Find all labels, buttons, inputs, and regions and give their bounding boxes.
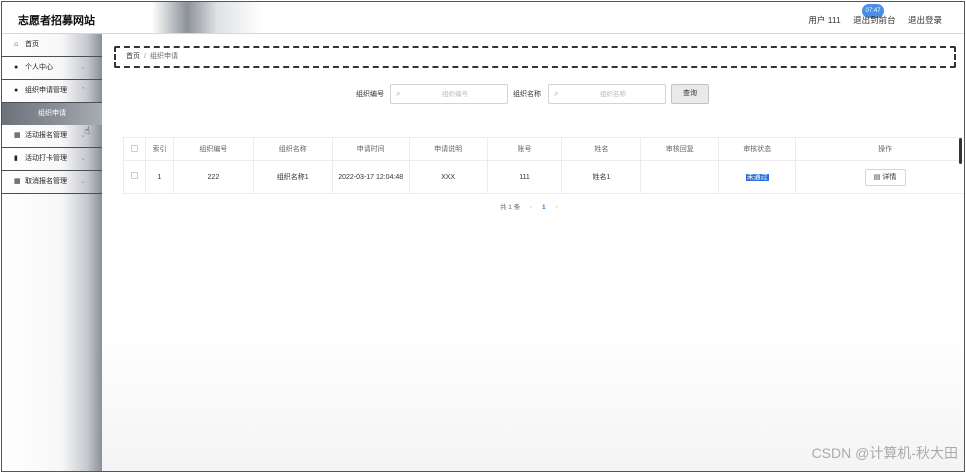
- column-header: 审核状态: [718, 137, 797, 161]
- breadcrumb-current: 组织申请: [149, 53, 178, 60]
- select-all-checkbox[interactable]: [130, 144, 138, 152]
- detail-button-label: 详情: [882, 173, 897, 181]
- logout-link[interactable]: 退出登录: [908, 15, 942, 25]
- search-button[interactable]: 查询: [671, 84, 709, 104]
- search-bar: 组织编号 ⌕ 组织名称 ⌕ 查询: [102, 84, 964, 104]
- org-no-input-wrap: ⌕: [390, 84, 508, 104]
- table-header-row: 索引 组织编号 组织名称 申请时间 申请说明 账号 姓名 审核回复 审核状态 操…: [123, 137, 964, 161]
- pager-page-1[interactable]: 1: [542, 204, 546, 211]
- cell-name: 姓名1: [561, 160, 642, 194]
- breadcrumb-home[interactable]: 首页: [126, 53, 140, 60]
- column-header: 申请说明: [408, 137, 488, 161]
- chevron-down-icon: ⌄: [80, 64, 86, 71]
- sidebar: ⌂ 首页 ● 个人中心 ⌄ ● 组织申请管理 ⌃ 组织申请 ▦ 活动报名管理 ⌄ ▮ 活动…: [2, 34, 102, 471]
- grid-icon: ▦: [14, 132, 21, 139]
- sidebar-item-label: 首页: [25, 41, 39, 48]
- column-header: 申请时间: [331, 137, 410, 161]
- chevron-down-icon: ⌄: [80, 155, 86, 162]
- search-icon: ⌕: [554, 89, 559, 98]
- pager-prev-icon[interactable]: ‹: [530, 204, 532, 211]
- cell-reply: [640, 160, 720, 194]
- pager-total: 共 1 条: [500, 204, 521, 211]
- sidebar-item-activity-checkin[interactable]: ▮ 活动打卡管理 ⌄: [2, 148, 102, 171]
- document-icon: ▤: [873, 173, 881, 181]
- chevron-down-icon: ⌄: [80, 178, 86, 185]
- cell-account: 111: [486, 160, 563, 194]
- cell-org-name: 组织名称1: [252, 160, 333, 194]
- org-name-input[interactable]: [563, 87, 663, 101]
- cell-action: ▤ 详情: [795, 160, 964, 194]
- status-badge: 未通过: [745, 173, 769, 181]
- column-header: 组织编号: [172, 137, 254, 161]
- bar-chart-icon: ▮: [14, 155, 18, 162]
- top-header: 志愿者招募网站 07:47 用户 111 退出到前台 退出登录: [2, 2, 964, 34]
- header-checkbox-cell: [123, 137, 146, 161]
- detail-button[interactable]: ▤ 详情: [864, 168, 906, 186]
- grid-icon: ▦: [14, 178, 21, 185]
- cell-org-no: 222: [172, 160, 254, 194]
- column-header: 操作: [795, 137, 964, 161]
- sidebar-item-label: 活动打卡管理: [25, 155, 67, 162]
- scrollbar-thumb[interactable]: [959, 138, 962, 164]
- user-label: 用户 111: [808, 15, 841, 25]
- cell-desc: XXX: [408, 160, 488, 194]
- column-header: 审核回复: [640, 137, 720, 161]
- breadcrumb: 首页 / 组织申请: [114, 46, 956, 68]
- home-icon: ⌂: [14, 41, 19, 48]
- org-no-input[interactable]: [405, 87, 505, 101]
- chevron-up-icon: ⌃: [80, 87, 86, 94]
- breadcrumb-separator: /: [144, 53, 146, 60]
- user-icon: ●: [14, 64, 19, 71]
- cell-index: 1: [144, 160, 174, 194]
- column-header: 姓名: [561, 137, 642, 161]
- site-title: 志愿者招募网站: [18, 15, 95, 27]
- org-no-label: 组织编号: [356, 91, 384, 98]
- hand-cursor-icon: ☝: [84, 126, 91, 137]
- header-links: 用户 111 退出到前台 退出登录: [798, 14, 942, 26]
- submenu-item-org-apply[interactable]: 组织申请: [2, 103, 102, 125]
- data-table: 索引 组织编号 组织名称 申请时间 申请说明 账号 姓名 审核回复 审核状态 操…: [123, 137, 964, 194]
- org-name-label: 组织名称: [513, 91, 541, 98]
- search-icon: ⌕: [396, 89, 401, 98]
- main-content: 首页 /组织申请 组织编号 ⌕ 组织名称 ⌕ 查询 索引: [102, 34, 964, 471]
- row-checkbox-cell: [123, 160, 146, 194]
- table-row: 1 222 组织名称1 2022-03-17 12:04:48 XXX 111 …: [123, 160, 964, 194]
- column-header: 索引: [144, 137, 174, 161]
- watermark: CSDN @计算机-秋大田: [811, 445, 958, 461]
- sidebar-item-label: 个人中心: [25, 64, 53, 71]
- sidebar-item-profile[interactable]: ● 个人中心 ⌄: [2, 57, 102, 80]
- cell-apply-time: 2022-03-17 12:04:48: [331, 160, 410, 194]
- sidebar-item-label: 取消报名管理: [25, 178, 67, 185]
- org-name-input-wrap: ⌕: [548, 84, 666, 104]
- sidebar-item-org-apply-mgmt[interactable]: ● 组织申请管理 ⌃: [2, 80, 102, 103]
- pager-next-icon[interactable]: ›: [555, 204, 557, 211]
- column-header: 账号: [486, 137, 563, 161]
- front-link[interactable]: 退出到前台: [853, 15, 896, 25]
- cell-status: 未通过: [718, 160, 797, 194]
- sidebar-item-label: 组织申请管理: [25, 87, 67, 94]
- pagination: 共 1 条 ‹ 1 ›: [500, 201, 566, 211]
- sidebar-item-cancel-signup[interactable]: ▦ 取消报名管理 ⌄: [2, 171, 102, 194]
- column-header: 组织名称: [252, 137, 333, 161]
- sidebar-item-label: 活动报名管理: [25, 132, 67, 139]
- sidebar-item-home[interactable]: ⌂ 首页: [2, 34, 102, 57]
- row-checkbox[interactable]: [130, 171, 138, 179]
- app-frame: 志愿者招募网站 07:47 用户 111 退出到前台 退出登录 ⌂ 首页 ● 个人中…: [1, 1, 965, 472]
- user-icon: ●: [14, 87, 19, 94]
